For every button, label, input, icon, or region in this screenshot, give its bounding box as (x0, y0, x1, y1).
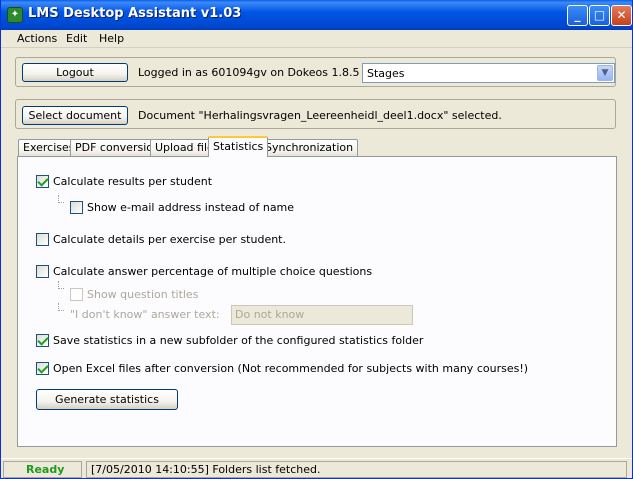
login-panel: Logout Logged in as 601094gv on Dokeos 1… (15, 57, 616, 87)
app-icon: ✦ (7, 7, 23, 23)
calc-answer-pct-label[interactable]: Calculate answer percentage of multiple … (53, 265, 372, 278)
open-excel-label[interactable]: Open Excel files after conversion (Not r… (53, 362, 528, 375)
tree-connector (58, 281, 64, 289)
show-email-label[interactable]: Show e-mail address instead of name (87, 201, 294, 214)
minimize-button[interactable]: _ (567, 5, 588, 26)
show-question-titles-checkbox[interactable] (70, 288, 83, 301)
course-select-value: Stages (367, 67, 405, 80)
menu-actions[interactable]: Actions (15, 32, 59, 45)
statistics-tab-page: Calculate results per student Show e-mai… (17, 156, 617, 447)
calc-results-label[interactable]: Calculate results per student (53, 175, 212, 188)
document-panel: Select document Document "Herhalingsvrag… (15, 99, 616, 129)
calc-details-label[interactable]: Calculate details per exercise per stude… (53, 233, 286, 246)
dont-know-input[interactable]: Do not know (231, 305, 413, 325)
open-excel-checkbox[interactable] (36, 362, 49, 375)
logout-button[interactable]: Logout (22, 63, 128, 82)
status-bar: Ready [7/05/2010 14:10:55] Folders list … (1, 458, 632, 478)
menu-help[interactable]: Help (97, 32, 126, 45)
title-bar[interactable]: ✦ LMS Desktop Assistant v1.03 _ □ ✕ (1, 0, 632, 30)
maximize-button[interactable]: □ (589, 5, 610, 26)
menu-edit[interactable]: Edit (64, 32, 89, 45)
tab-statistics[interactable]: Statistics (208, 136, 269, 157)
status-message: [7/05/2010 14:10:55] Folders list fetche… (86, 461, 627, 478)
window-title: LMS Desktop Assistant v1.03 (28, 6, 242, 21)
generate-statistics-button[interactable]: Generate statistics (36, 389, 178, 410)
tab-synchronization[interactable]: Synchronization (260, 139, 359, 156)
close-button[interactable]: ✕ (611, 5, 632, 26)
calc-results-checkbox[interactable] (36, 175, 49, 188)
save-subfolder-checkbox[interactable] (36, 334, 49, 347)
save-subfolder-label[interactable]: Save statistics in a new subfolder of th… (53, 334, 423, 347)
calc-details-checkbox[interactable] (36, 233, 49, 246)
dont-know-label: "I don't know" answer text: (70, 308, 220, 321)
menu-bar: Actions Edit Help (1, 30, 632, 48)
show-question-titles-label: Show question titles (87, 288, 199, 301)
status-ready: Ready (3, 461, 82, 478)
app-window: ✦ LMS Desktop Assistant v1.03 _ □ ✕ Acti… (0, 0, 633, 479)
calc-answer-pct-checkbox[interactable] (36, 265, 49, 278)
tree-connector (58, 195, 64, 203)
course-select[interactable]: Stages ▼ (362, 63, 615, 83)
show-email-checkbox[interactable] (70, 201, 83, 214)
tree-connector (58, 303, 64, 311)
document-status: Document "Herhalingsvragen_Leereenheidl_… (138, 109, 502, 122)
select-document-button[interactable]: Select document (22, 106, 128, 125)
chevron-down-icon[interactable]: ▼ (597, 65, 613, 81)
